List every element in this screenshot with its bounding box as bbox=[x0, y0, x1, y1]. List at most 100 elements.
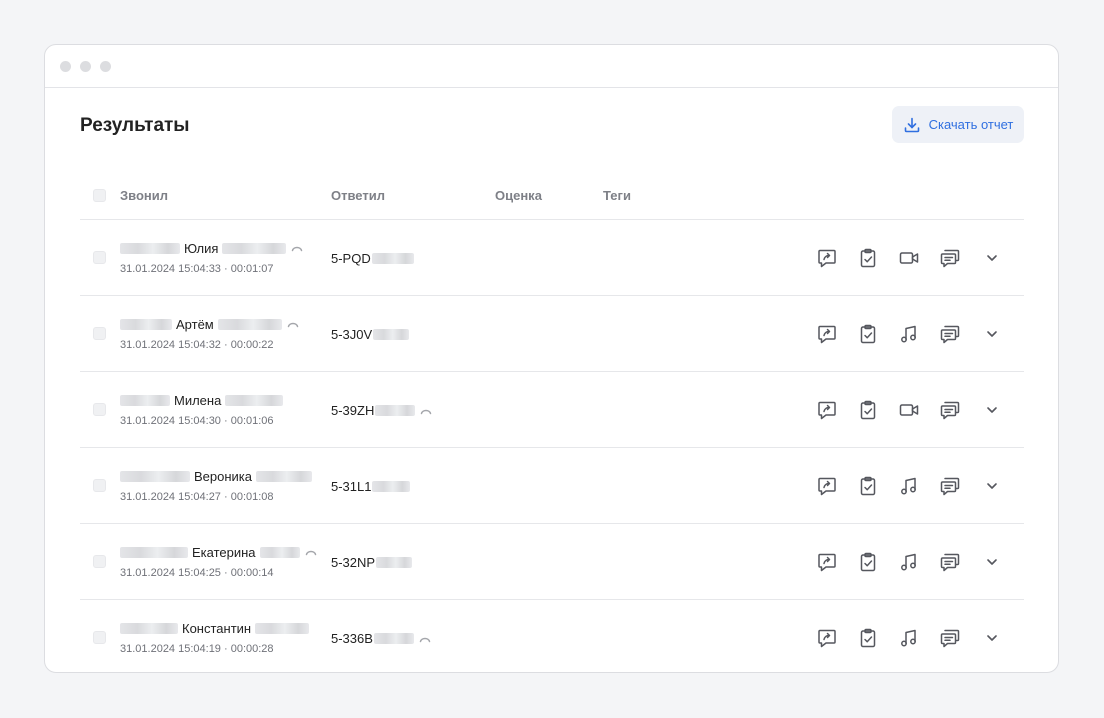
call-transfer-icon bbox=[291, 239, 303, 257]
caller-cell: Юлия bbox=[120, 239, 303, 257]
answered-extension: 5-39ZH bbox=[331, 402, 375, 418]
row-checkbox[interactable] bbox=[93, 631, 106, 644]
call-datetime-duration: 31.01.2024 15:04:25 · 00:00:14 bbox=[120, 567, 274, 579]
caller-name: Екатерина bbox=[192, 544, 256, 560]
table-row[interactable]: Константин 31.01.2024 15:04:19 · 00:00:2… bbox=[80, 600, 1024, 672]
share-icon[interactable] bbox=[814, 245, 840, 271]
share-icon[interactable] bbox=[814, 397, 840, 423]
redacted-text bbox=[120, 394, 170, 406]
app-window: Результаты Скачать отчет Звонил Ответил … bbox=[44, 44, 1059, 673]
table-row[interactable]: Артём 31.01.2024 15:04:32 · 00:00:22 5-3… bbox=[80, 296, 1024, 372]
window-zoom-dot[interactable] bbox=[100, 61, 111, 72]
chat-icon[interactable] bbox=[937, 245, 963, 271]
window-close-dot[interactable] bbox=[60, 61, 71, 72]
share-icon[interactable] bbox=[814, 473, 840, 499]
answered-cell: 5-336B bbox=[331, 630, 431, 646]
column-header-tags[interactable]: Теги bbox=[603, 188, 631, 203]
row-checkbox[interactable] bbox=[93, 555, 106, 568]
redacted-text bbox=[375, 404, 416, 416]
redacted-text bbox=[372, 480, 411, 492]
redacted-text bbox=[120, 242, 180, 254]
row-checkbox[interactable] bbox=[93, 479, 106, 492]
answered-cell: 5-31L1 bbox=[331, 478, 411, 494]
answered-cell: 5-39ZH bbox=[331, 402, 432, 418]
redacted-text bbox=[225, 394, 284, 406]
redacted-text bbox=[120, 470, 190, 482]
chat-icon[interactable] bbox=[937, 473, 963, 499]
video-icon[interactable] bbox=[896, 245, 922, 271]
row-checkbox[interactable] bbox=[93, 251, 106, 264]
call-datetime-duration: 31.01.2024 15:04:33 · 00:01:07 bbox=[120, 263, 274, 275]
chat-icon[interactable] bbox=[937, 625, 963, 651]
table-row[interactable]: Екатерина 31.01.2024 15:04:25 · 00:00:14… bbox=[80, 524, 1024, 600]
call-datetime-duration: 31.01.2024 15:04:27 · 00:01:08 bbox=[120, 491, 274, 503]
answered-extension: 5-PQD bbox=[331, 250, 371, 266]
window-minimize-dot[interactable] bbox=[80, 61, 91, 72]
music-note-icon[interactable] bbox=[896, 625, 922, 651]
call-transfer-icon bbox=[287, 315, 299, 333]
chevron-down-icon[interactable] bbox=[982, 476, 1002, 496]
share-icon[interactable] bbox=[814, 321, 840, 347]
clipboard-check-icon[interactable] bbox=[855, 473, 881, 499]
clipboard-check-icon[interactable] bbox=[855, 549, 881, 575]
table-row[interactable]: Юлия 31.01.2024 15:04:33 · 00:01:07 5-PQ… bbox=[80, 220, 1024, 296]
caller-name: Вероника bbox=[194, 468, 253, 484]
call-transfer-icon bbox=[305, 543, 317, 561]
music-note-icon[interactable] bbox=[896, 321, 922, 347]
caller-cell: Милена bbox=[120, 391, 284, 409]
clipboard-check-icon[interactable] bbox=[855, 245, 881, 271]
row-checkbox[interactable] bbox=[93, 403, 106, 416]
caller-cell: Артём bbox=[120, 315, 299, 333]
column-header-answered[interactable]: Ответил bbox=[331, 188, 385, 203]
chevron-down-icon[interactable] bbox=[982, 628, 1002, 648]
redacted-text bbox=[120, 622, 178, 634]
redacted-text bbox=[371, 252, 414, 264]
results-table-body: Юлия 31.01.2024 15:04:33 · 00:01:07 5-PQ… bbox=[80, 220, 1024, 672]
redacted-text bbox=[373, 328, 410, 340]
redacted-text bbox=[259, 546, 300, 558]
redacted-text bbox=[222, 242, 287, 254]
download-report-label: Скачать отчет bbox=[928, 117, 1014, 132]
call-datetime-duration: 31.01.2024 15:04:30 · 00:01:06 bbox=[120, 415, 274, 427]
row-checkbox[interactable] bbox=[93, 327, 106, 340]
redacted-text bbox=[120, 318, 172, 330]
download-icon bbox=[903, 116, 921, 134]
download-report-button[interactable]: Скачать отчет bbox=[892, 106, 1024, 143]
table-row[interactable]: Вероника 31.01.2024 15:04:27 · 00:01:08 … bbox=[80, 448, 1024, 524]
table-row[interactable]: Милена 31.01.2024 15:04:30 · 00:01:06 5-… bbox=[80, 372, 1024, 448]
answered-extension: 5-31L1 bbox=[331, 478, 372, 494]
chevron-down-icon[interactable] bbox=[982, 400, 1002, 420]
redacted-text bbox=[376, 556, 413, 568]
answered-extension: 5-3J0V bbox=[331, 326, 373, 342]
answered-cell: 5-32NP bbox=[331, 554, 413, 570]
share-icon[interactable] bbox=[814, 549, 840, 575]
chat-icon[interactable] bbox=[937, 321, 963, 347]
select-all-checkbox[interactable] bbox=[93, 189, 106, 202]
caller-cell: Константин bbox=[120, 619, 310, 637]
music-note-icon[interactable] bbox=[896, 473, 922, 499]
redacted-text bbox=[256, 470, 313, 482]
clipboard-check-icon[interactable] bbox=[855, 321, 881, 347]
chevron-down-icon[interactable] bbox=[982, 248, 1002, 268]
answered-extension: 5-32NP bbox=[331, 554, 376, 570]
redacted-text bbox=[120, 546, 188, 558]
redacted-text bbox=[255, 622, 310, 634]
chevron-down-icon[interactable] bbox=[982, 324, 1002, 344]
video-icon[interactable] bbox=[896, 397, 922, 423]
caller-name: Юлия bbox=[184, 240, 219, 256]
music-note-icon[interactable] bbox=[896, 549, 922, 575]
chat-icon[interactable] bbox=[937, 397, 963, 423]
caller-name: Константин bbox=[182, 620, 252, 636]
window-titlebar bbox=[45, 45, 1058, 88]
chevron-down-icon[interactable] bbox=[982, 552, 1002, 572]
share-icon[interactable] bbox=[814, 625, 840, 651]
column-header-rating[interactable]: Оценка bbox=[495, 188, 542, 203]
call-transfer-icon bbox=[420, 403, 432, 418]
table-header: Звонил Ответил Оценка Теги bbox=[80, 175, 1024, 220]
clipboard-check-icon[interactable] bbox=[855, 625, 881, 651]
chat-icon[interactable] bbox=[937, 549, 963, 575]
clipboard-check-icon[interactable] bbox=[855, 397, 881, 423]
row-actions bbox=[814, 625, 978, 651]
redacted-text bbox=[217, 318, 282, 330]
column-header-caller[interactable]: Звонил bbox=[120, 188, 168, 203]
